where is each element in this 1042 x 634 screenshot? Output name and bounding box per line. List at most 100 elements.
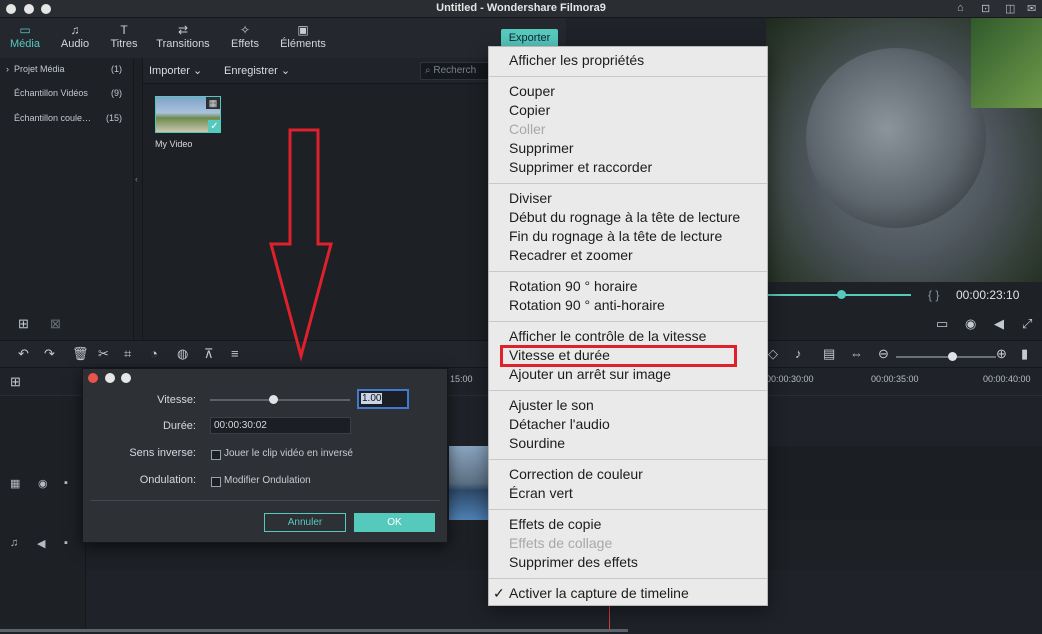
- speed-slider-handle[interactable]: [269, 395, 278, 404]
- reverse-checkbox[interactable]: [211, 450, 221, 460]
- cancel-button[interactable]: Annuler: [264, 513, 346, 532]
- marker-icon[interactable]: ◇: [768, 346, 778, 362]
- menu-item-ripple-delete[interactable]: Supprimer et raccorder: [509, 158, 652, 177]
- timeline-scrollbar[interactable]: [0, 629, 628, 632]
- menu-item-color-correction[interactable]: Correction de couleur: [509, 465, 643, 484]
- tab-transitions-label: Transitions: [156, 38, 210, 50]
- delete-icon[interactable]: 🗑: [72, 346, 89, 362]
- audio-mixer-icon[interactable]: ≡: [231, 346, 239, 361]
- zoom-slider[interactable]: [896, 356, 996, 358]
- ripple-checkbox[interactable]: [211, 477, 221, 487]
- menu-item-cut[interactable]: Couper: [509, 82, 555, 101]
- menu-item-detach-audio[interactable]: Détacher l'audio: [509, 415, 610, 434]
- menu-item-show-properties[interactable]: Afficher les propriétés: [509, 51, 644, 70]
- menu-item-mute[interactable]: Sourdine: [509, 434, 565, 453]
- tab-transitions[interactable]: ⇄ Transitions: [152, 18, 214, 58]
- eye-icon[interactable]: ◉: [38, 477, 48, 490]
- menu-item-speed-control[interactable]: Afficher le contrôle de la vitesse: [509, 327, 706, 346]
- snapshot-icon[interactable]: ◉: [965, 316, 976, 332]
- speed-input[interactable]: 1.00: [357, 389, 409, 409]
- speed-icon[interactable]: ◔: [150, 346, 158, 361]
- text-icon: T: [120, 23, 128, 37]
- cart-icon[interactable]: ⊡: [981, 2, 990, 15]
- new-folder-icon[interactable]: ⊞: [18, 316, 29, 332]
- menu-item-timeline-snapping[interactable]: Activer la capture de timeline: [509, 584, 689, 603]
- ok-button[interactable]: OK: [354, 513, 435, 532]
- menu-separator: [489, 321, 767, 322]
- green-screen-icon[interactable]: ⊼: [204, 346, 214, 362]
- tab-elements[interactable]: ▣ Éléments: [275, 18, 331, 58]
- mail-icon[interactable]: ✉: [1027, 2, 1036, 15]
- zoom-out-icon[interactable]: ⊖: [878, 346, 889, 362]
- menu-item-green-screen[interactable]: Écran vert: [509, 484, 573, 503]
- menu-item-trim-start[interactable]: Début du rognage à la tête de lecture: [509, 208, 740, 227]
- timeline-clip[interactable]: [449, 446, 489, 520]
- undo-icon[interactable]: ↶: [18, 346, 29, 362]
- render-icon[interactable]: ▭: [936, 316, 948, 332]
- nav-item-sample-videos[interactable]: Échantillon Vidéos (9): [0, 84, 134, 102]
- notifications-icon[interactable]: ◫: [1005, 2, 1015, 15]
- video-preview[interactable]: [766, 18, 1042, 282]
- import-dropdown[interactable]: Importer ⌄: [149, 64, 202, 77]
- ruler-tick-label: 15:00: [450, 374, 473, 384]
- menu-item-crop-zoom[interactable]: Recadrer et zoomer: [509, 246, 633, 265]
- tab-media[interactable]: ▭ Média: [6, 18, 44, 58]
- volume-icon[interactable]: ◀: [994, 316, 1004, 332]
- nav-item-sample-colors[interactable]: Échantillon coule… (15): [0, 109, 134, 127]
- chevron-right-icon: ›: [6, 64, 9, 74]
- microphone-icon[interactable]: ♪: [795, 346, 802, 361]
- scrub-handle[interactable]: [837, 290, 846, 299]
- chevron-down-icon: ⌄: [280, 65, 291, 77]
- menu-item-delete[interactable]: Supprimer: [509, 139, 574, 158]
- mark-in-out-icon[interactable]: { }: [928, 288, 939, 302]
- nav-item-count: (1): [111, 64, 122, 74]
- tab-effects[interactable]: ✧ Effets: [226, 18, 264, 58]
- duration-input[interactable]: 00:00:30:02: [210, 417, 351, 434]
- fit-timeline-icon[interactable]: ⇔: [850, 346, 863, 361]
- zoom-in-icon[interactable]: ⊕: [996, 346, 1007, 362]
- media-item-label: My Video: [155, 139, 193, 149]
- menu-item-adjust-audio[interactable]: Ajuster le son: [509, 396, 594, 415]
- zoom-slider-handle[interactable]: [948, 352, 957, 361]
- highlight-box: [500, 345, 737, 367]
- crop-icon[interactable]: ⌗: [124, 346, 131, 362]
- dialog-minimize-button[interactable]: [105, 373, 115, 383]
- dialog-close-button[interactable]: [88, 373, 98, 383]
- redo-icon[interactable]: ↷: [44, 346, 55, 362]
- menu-item-freeze-frame[interactable]: Ajouter un arrêt sur image: [509, 365, 671, 384]
- add-track-icon[interactable]: ⊞: [10, 374, 21, 390]
- import-label: Importer: [149, 65, 190, 77]
- voiceover-icon[interactable]: ▤: [823, 346, 835, 362]
- dialog-maximize-button[interactable]: [121, 373, 131, 383]
- lock-icon[interactable]: ▪: [64, 537, 68, 549]
- menu-item-copy[interactable]: Copier: [509, 101, 550, 120]
- tab-elements-label: Éléments: [280, 38, 326, 50]
- menu-item-rotate-ccw[interactable]: Rotation 90 ° anti-horaire: [509, 296, 665, 315]
- collapse-arrow-icon[interactable]: ‹: [135, 174, 138, 184]
- speed-slider[interactable]: [210, 399, 350, 401]
- color-icon[interactable]: ◍: [177, 346, 188, 362]
- tab-titles[interactable]: T Titres: [105, 18, 143, 58]
- record-dropdown[interactable]: Enregistrer ⌄: [224, 64, 290, 77]
- nav-item-project-media[interactable]: › Projet Média (1): [0, 60, 134, 78]
- menu-item-copy-effects[interactable]: Effets de copie: [509, 515, 601, 534]
- panel-splitter[interactable]: ‹: [134, 58, 143, 340]
- menu-item-trim-end[interactable]: Fin du rognage à la tête de lecture: [509, 227, 722, 246]
- preview-timecode: 00:00:23:10: [956, 288, 1020, 302]
- export-button[interactable]: Exporter: [501, 29, 558, 47]
- ruler-tick-label: 00:00:40:00: [983, 374, 1031, 384]
- delete-folder-icon[interactable]: ⊠: [50, 316, 61, 332]
- lock-icon[interactable]: ▪: [64, 477, 68, 489]
- menu-item-remove-effects[interactable]: Supprimer des effets: [509, 553, 638, 572]
- menu-item-split[interactable]: Diviser: [509, 189, 552, 208]
- track-height-icon[interactable]: ▮: [1021, 346, 1028, 362]
- cut-icon[interactable]: ✂: [98, 346, 109, 362]
- menu-item-rotate-cw[interactable]: Rotation 90 ° horaire: [509, 277, 638, 296]
- menu-item-paste-effects: Effets de collage: [509, 535, 613, 551]
- speaker-icon[interactable]: ◀: [37, 537, 45, 550]
- tab-audio[interactable]: ♫ Audio: [56, 18, 94, 58]
- menu-separator: [489, 390, 767, 391]
- duration-label: Durée:: [162, 420, 196, 432]
- fullscreen-icon[interactable]: ⤢: [1022, 316, 1032, 332]
- account-icon[interactable]: ⌂: [957, 2, 964, 14]
